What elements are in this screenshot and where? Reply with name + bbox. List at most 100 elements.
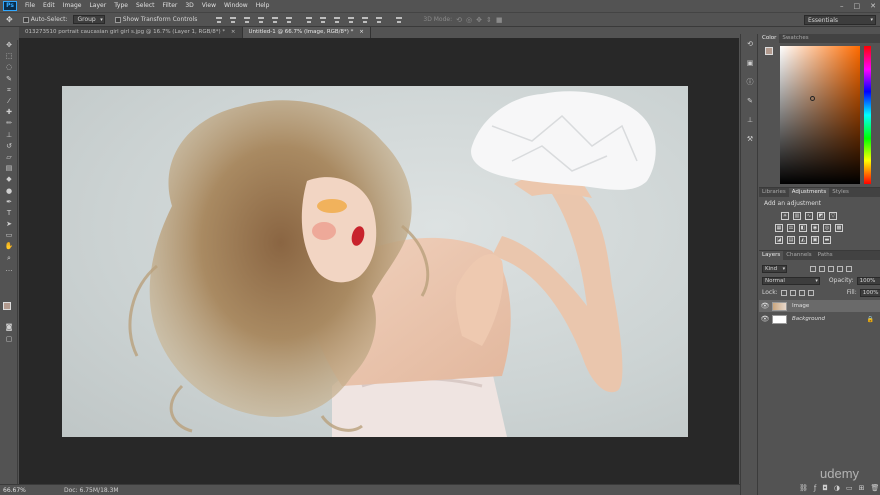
screen-mode-icon[interactable]: ▢ xyxy=(0,334,18,345)
document-info[interactable]: Doc: 6.75M/18.3M xyxy=(64,487,119,494)
shape-tool-icon[interactable]: ▭ xyxy=(0,230,18,241)
tab-untitled-doc[interactable]: Untitled-1 @ 66.7% (Image, RGB/8*) * × xyxy=(242,27,371,38)
hue-saturation-icon[interactable]: ▦ xyxy=(775,224,783,232)
healing-tool-icon[interactable]: ✚ xyxy=(0,107,18,118)
distribute-bottom-icon[interactable] xyxy=(333,16,342,24)
history-panel-icon[interactable]: ⟲ xyxy=(741,34,759,53)
align-left-icon[interactable] xyxy=(257,16,266,24)
tab-color[interactable]: Color xyxy=(759,34,780,43)
3d-roll-icon[interactable]: ◎ xyxy=(466,16,472,24)
tab-portrait-doc[interactable]: 013273510 portrait caucasian girl girl s… xyxy=(19,27,243,38)
move-tool-icon[interactable]: ✥ xyxy=(0,40,18,51)
lock-transparent-icon[interactable] xyxy=(780,289,787,296)
filter-shape-icon[interactable] xyxy=(837,265,844,272)
transform-controls-option[interactable]: Show Transform Controls xyxy=(114,16,197,23)
layer-filter-kind-dropdown[interactable]: Kind xyxy=(762,264,788,273)
clone-stamp-tool-icon[interactable]: ⊥ xyxy=(0,130,18,141)
vibrance-icon[interactable]: ▽ xyxy=(829,212,837,220)
3d-scale-icon[interactable]: ■ xyxy=(496,16,503,24)
align-vcenter-icon[interactable] xyxy=(229,16,238,24)
gradient-map-icon[interactable]: ▬ xyxy=(823,236,831,244)
align-bottom-icon[interactable] xyxy=(243,16,252,24)
menu-type[interactable]: Type xyxy=(110,0,132,12)
tool-presets-icon[interactable]: ⚒ xyxy=(741,129,759,148)
dodge-tool-icon[interactable]: ● xyxy=(0,185,18,196)
menu-file[interactable]: File xyxy=(21,0,39,12)
transform-controls-checkbox[interactable] xyxy=(114,16,121,23)
align-right-icon[interactable] xyxy=(285,16,294,24)
new-group-icon[interactable]: ▭ xyxy=(846,484,853,492)
menu-edit[interactable]: Edit xyxy=(39,0,59,12)
align-top-icon[interactable] xyxy=(215,16,224,24)
history-brush-tool-icon[interactable]: ↺ xyxy=(0,141,18,152)
new-adjustment-icon[interactable]: ◑ xyxy=(834,484,840,492)
menu-3d[interactable]: 3D xyxy=(181,0,197,12)
channel-mixer-icon[interactable]: ◎ xyxy=(823,224,831,232)
auto-select-option[interactable]: Auto-Select: xyxy=(22,16,67,23)
maximize-button[interactable]: □ xyxy=(854,2,861,10)
menu-window[interactable]: Window xyxy=(220,0,252,12)
layer-style-icon[interactable]: ƒ xyxy=(814,484,816,492)
clone-source-icon[interactable]: ⊥ xyxy=(741,110,759,129)
color-lookup-icon[interactable]: ▩ xyxy=(835,224,843,232)
threshold-icon[interactable]: ◭ xyxy=(799,236,807,244)
3d-rotate-icon[interactable]: ⟲ xyxy=(456,16,462,24)
tab-paths[interactable]: Paths xyxy=(815,251,836,260)
color-balance-icon[interactable]: ⚖ xyxy=(787,224,795,232)
menu-image[interactable]: Image xyxy=(59,0,86,12)
canvas-area[interactable] xyxy=(19,38,739,484)
layer-row-background[interactable]: 👁 Background 🔒 xyxy=(759,313,880,325)
eraser-tool-icon[interactable]: ▱ xyxy=(0,152,18,163)
tab-layers[interactable]: Layers xyxy=(759,251,784,260)
link-layers-icon[interactable]: ⛓ xyxy=(799,484,808,492)
black-white-icon[interactable]: ◧ xyxy=(799,224,807,232)
workspace-dropdown[interactable]: Essentials xyxy=(804,15,876,25)
blend-mode-dropdown[interactable]: Normal xyxy=(762,276,820,285)
brightness-contrast-icon[interactable]: ☀ xyxy=(781,212,789,220)
filter-adjustment-icon[interactable] xyxy=(819,265,826,272)
align-hcenter-icon[interactable] xyxy=(271,16,280,24)
layer-name[interactable]: Background xyxy=(792,316,825,322)
distribute-hcenter-icon[interactable] xyxy=(361,16,370,24)
foreground-color-swatch[interactable] xyxy=(3,302,11,310)
distribute-vcenter-icon[interactable] xyxy=(319,16,328,24)
close-window-button[interactable]: ✕ xyxy=(870,2,876,10)
quick-select-tool-icon[interactable]: ✎ xyxy=(0,74,18,85)
visibility-eye-icon[interactable]: 👁 xyxy=(759,315,771,323)
menu-view[interactable]: View xyxy=(198,0,220,12)
auto-select-checkbox[interactable] xyxy=(22,16,29,23)
quick-mask-icon[interactable]: ◙ xyxy=(0,322,18,333)
delete-layer-icon[interactable]: 🗑 xyxy=(871,484,880,492)
filter-smart-icon[interactable] xyxy=(846,265,853,272)
minimize-button[interactable]: – xyxy=(840,2,844,10)
marquee-tool-icon[interactable]: ⬚ xyxy=(0,51,18,62)
distribute-top-icon[interactable] xyxy=(305,16,314,24)
auto-select-dropdown[interactable]: Group xyxy=(73,15,105,24)
3d-drag-icon[interactable]: ✥ xyxy=(476,16,482,24)
properties-panel-icon[interactable]: ▣ xyxy=(741,53,759,72)
info-panel-icon[interactable]: ⓘ xyxy=(741,72,759,91)
crop-tool-icon[interactable]: ⌗ xyxy=(0,85,18,96)
layer-name[interactable]: Image xyxy=(792,303,809,309)
tab-libraries[interactable]: Libraries xyxy=(759,188,789,197)
blur-tool-icon[interactable]: ◆ xyxy=(0,174,18,185)
tab-close-icon[interactable]: × xyxy=(231,29,236,35)
more-tools-icon[interactable]: … xyxy=(0,264,18,275)
lock-all-icon[interactable] xyxy=(807,289,814,296)
filter-pixel-icon[interactable] xyxy=(810,265,817,272)
new-layer-icon[interactable]: ⊞ xyxy=(859,484,865,492)
tab-styles[interactable]: Styles xyxy=(829,188,852,197)
lock-position-icon[interactable] xyxy=(798,289,805,296)
type-tool-icon[interactable]: T xyxy=(0,208,18,219)
color-picker-handle[interactable] xyxy=(810,96,815,101)
brush-tool-icon[interactable]: ✏ xyxy=(0,118,18,129)
lasso-tool-icon[interactable]: ◌ xyxy=(0,62,18,73)
invert-icon[interactable]: ◪ xyxy=(775,236,783,244)
zoom-level[interactable]: 66.67% xyxy=(0,487,30,494)
exposure-icon[interactable]: ◩ xyxy=(817,212,825,220)
distribute-right-icon[interactable] xyxy=(375,16,384,24)
hue-slider[interactable] xyxy=(864,46,871,184)
curves-icon[interactable]: ∿ xyxy=(805,212,813,220)
pen-tool-icon[interactable]: ✒ xyxy=(0,197,18,208)
tab-close-icon[interactable]: × xyxy=(359,29,364,35)
